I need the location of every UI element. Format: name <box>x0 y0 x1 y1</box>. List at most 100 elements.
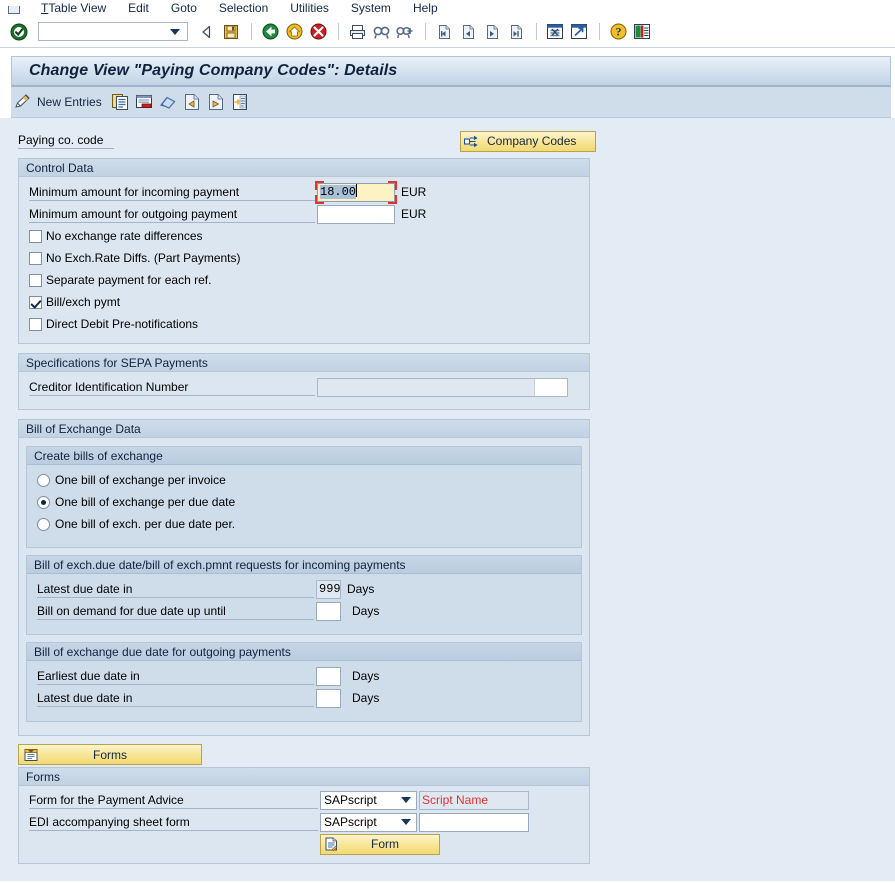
menu-item-goto[interactable]: Goto <box>160 1 208 16</box>
radio-one-bill-per-invoice[interactable]: One bill of exchange per invoice <box>27 469 581 491</box>
min-outgoing-label: Minimum amount for outgoing payment <box>29 206 315 223</box>
toolbar-separator <box>536 23 537 40</box>
radio-one-bill-per-due-date-period[interactable]: One bill of exch. per due date per. <box>27 513 581 535</box>
chevron-down-icon[interactable] <box>170 28 180 35</box>
outgoing-earliest-due-date-label: Earliest due date in <box>37 668 314 685</box>
chevron-down-icon[interactable] <box>401 819 411 825</box>
incoming-bill-on-demand-row: Bill on demand for due date up until Day… <box>27 600 581 622</box>
radio-box[interactable] <box>37 473 50 487</box>
radio-one-bill-per-due-date[interactable]: One bill of exchange per due date <box>27 491 581 513</box>
outgoing-payments-subgroup: Bill of exchange due date for outgoing p… <box>26 642 582 722</box>
checkbox-direct-debit-pre-notifications[interactable]: Direct Debit Pre-notifications <box>19 313 589 335</box>
edi-sheet-form-type-value: SAPscript <box>324 815 377 829</box>
print-icon[interactable] <box>346 21 368 43</box>
details-icon[interactable] <box>228 90 252 114</box>
forms-group: Forms Form for the Payment Advice SAPscr… <box>18 767 590 864</box>
checkbox-label: No Exch.Rate Diffs. (Part Payments) <box>46 251 241 265</box>
company-codes-button[interactable]: Company Codes <box>460 130 596 152</box>
form-button[interactable]: Form <box>320 833 440 855</box>
checkbox-label: Separate payment for each ref. <box>46 273 212 287</box>
checkbox-box[interactable] <box>29 295 42 309</box>
menu-item-utilities[interactable]: Utilities <box>279 1 340 16</box>
form-button-label: Form <box>371 837 399 851</box>
outgoing-earliest-due-date-input[interactable] <box>316 666 341 686</box>
enter-check-icon[interactable] <box>8 21 30 43</box>
toolbar-separator <box>599 23 600 40</box>
next-entry-icon[interactable] <box>204 90 228 114</box>
checkbox-no-exch-rate-diffs-part-payments[interactable]: No Exch.Rate Diffs. (Part Payments) <box>19 247 589 269</box>
payment-advice-form-type-select[interactable]: SAPscript <box>320 790 417 810</box>
copy-as-icon[interactable] <box>108 90 132 114</box>
forms-button[interactable]: Forms <box>18 744 202 765</box>
cancel-red-icon[interactable] <box>307 21 329 43</box>
form-icon <box>321 837 341 851</box>
edi-sheet-form-type-select[interactable]: SAPscript <box>320 812 417 832</box>
incoming-bill-on-demand-input[interactable] <box>316 601 341 621</box>
menu-item-system[interactable]: System <box>340 1 402 16</box>
radio-box[interactable] <box>37 495 50 509</box>
find-icon[interactable] <box>370 21 392 43</box>
creditor-id-label: Creditor Identification Number <box>29 379 315 396</box>
outgoing-latest-due-date-row: Latest due date in Days <box>27 687 581 709</box>
edi-sheet-form-name-input[interactable] <box>419 812 529 832</box>
menu-item-selection[interactable]: Selection <box>208 1 279 16</box>
company-codes-button-label: Company Codes <box>487 134 577 148</box>
checkbox-no-exchange-rate-differences[interactable]: No exchange rate differences <box>19 225 589 247</box>
min-outgoing-input[interactable] <box>317 204 395 224</box>
undo-icon[interactable] <box>156 90 180 114</box>
menu-item-help[interactable]: Help <box>402 1 449 16</box>
creditor-id-input[interactable] <box>317 377 568 397</box>
outgoing-latest-due-date-input[interactable] <box>316 688 341 708</box>
last-page-icon[interactable] <box>505 21 527 43</box>
checkbox-box[interactable] <box>29 229 42 243</box>
checkbox-box[interactable] <box>29 251 42 265</box>
next-page-icon[interactable] <box>481 21 503 43</box>
incoming-latest-due-date-row: Latest due date in 999 Days <box>27 578 581 600</box>
radio-label: One bill of exch. per due date per. <box>55 517 236 531</box>
checkbox-separate-payment-for-each-ref[interactable]: Separate payment for each ref. <box>19 269 589 291</box>
menu-item-help-label: Help <box>412 1 438 15</box>
outgoing-latest-due-date-unit: Days <box>352 691 380 705</box>
previous-entry-icon[interactable] <box>180 90 204 114</box>
radio-box[interactable] <box>37 517 50 531</box>
incoming-payments-subgroup-title: Bill of exch.due date/bill of exch.pmnt … <box>27 556 581 574</box>
create-bills-subgroup-title: Create bills of exchange <box>27 447 581 465</box>
incoming-payments-subgroup: Bill of exch.due date/bill of exch.pmnt … <box>26 555 582 635</box>
forms-button-row: Forms <box>0 736 895 767</box>
back-green-icon[interactable] <box>259 21 281 43</box>
min-incoming-input[interactable]: 18.00 <box>317 182 395 202</box>
incoming-latest-due-date-input[interactable]: 999 <box>316 579 341 599</box>
create-shortcut-icon[interactable] <box>568 21 590 43</box>
edi-sheet-form-label: EDI accompanying sheet form <box>29 814 318 831</box>
menu-item-table-view[interactable]: TTable View <box>30 1 117 16</box>
command-field[interactable] <box>38 22 188 41</box>
checkbox-box[interactable] <box>29 317 42 331</box>
creditor-id-input-checkdigit[interactable] <box>534 378 567 396</box>
chevron-down-icon[interactable] <box>401 797 411 803</box>
menu-item-edit-label: Edit <box>128 1 149 15</box>
radio-label: One bill of exchange per due date <box>55 495 236 509</box>
control-data-group: Control Data Minimum amount for incoming… <box>18 158 590 344</box>
first-page-icon[interactable] <box>433 21 455 43</box>
find-next-icon[interactable] <box>394 21 416 43</box>
create-session-icon[interactable] <box>544 21 566 43</box>
delete-icon[interactable] <box>132 90 156 114</box>
system-menu-icon[interactable] <box>6 2 22 16</box>
back-arrow-icon[interactable] <box>196 21 218 43</box>
exit-yellow-icon[interactable] <box>283 21 305 43</box>
checkbox-bill-exch-pymt[interactable]: Bill/exch pymt <box>19 291 589 313</box>
save-icon[interactable] <box>220 21 242 43</box>
menu-item-edit[interactable]: Edit <box>117 1 160 16</box>
payment-advice-form-type-value: SAPscript <box>324 793 377 807</box>
payment-advice-form-name-input[interactable]: Script Name <box>419 790 529 810</box>
display-change-icon[interactable] <box>11 90 35 114</box>
forms-button-label: Forms <box>93 747 127 762</box>
customize-layout-icon[interactable] <box>631 21 653 43</box>
edi-sheet-form-row: EDI accompanying sheet form SAPscript <box>19 811 589 833</box>
new-entries-button[interactable]: New Entries <box>35 95 108 109</box>
previous-page-icon[interactable] <box>457 21 479 43</box>
checkbox-box[interactable] <box>29 273 42 287</box>
help-icon[interactable]: ? <box>607 21 629 43</box>
screen-canvas: Paying co. code Company Codes Control Da… <box>0 118 895 881</box>
sepa-group-title: Specifications for SEPA Payments <box>19 354 589 372</box>
